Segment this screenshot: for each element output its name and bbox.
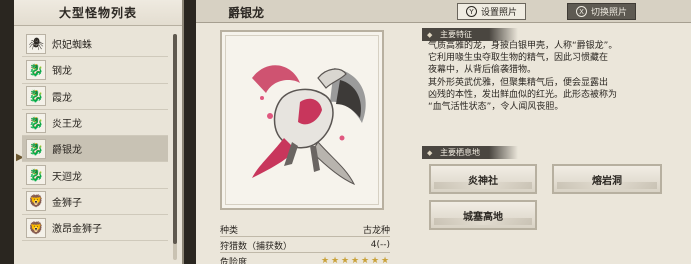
list-header: 大型怪物列表 [14, 0, 182, 26]
list-item[interactable]: 🕷 炽妃蜘蛛 [22, 31, 168, 58]
hunt-count-row: 狩猎数（捕获数） 4(--) [220, 238, 390, 253]
toggle-photo-label: 切换照片 [591, 8, 628, 18]
list-title: 大型怪物列表 [58, 6, 137, 20]
list-item[interactable]: 🦁 激昂金狮子 [22, 215, 168, 242]
monster-list: 🕷 炽妃蜘蛛 🐉 钢龙 🐉 霞龙 🐉 炎王龙 🐉 爵银龙 🐉 天迴龙 🦁 金狮子 [22, 31, 168, 242]
danger-label: 危险度 [220, 257, 248, 264]
list-item-label: 霞龙 [52, 92, 72, 104]
scroll-thumb[interactable] [173, 34, 177, 244]
list-item-label: 激昂金狮子 [52, 224, 102, 236]
danger-row: 危险度 ★ ★ ★ ★ ★ ★ ★ [220, 254, 390, 264]
dragon-icon: 🐉 [26, 86, 46, 107]
habitat-section-tag: 主要栖息地 [422, 146, 518, 159]
description-line: 它利用喙生虫夺取生物的精气，因此习惯藏在 [428, 53, 609, 64]
kind-value: 古龙种 [362, 225, 390, 236]
star-icon: ★ [321, 255, 330, 264]
habitat-tag-label: 主要栖息地 [440, 148, 480, 157]
list-item[interactable]: 🦁 金狮子 [22, 189, 168, 216]
list-item-label: 炎王龙 [52, 119, 82, 131]
list-item[interactable]: 🐉 霞龙 [22, 84, 168, 110]
beast-icon: 🦁 [26, 191, 46, 212]
habitat-label: 城塞高地 [463, 211, 503, 223]
dragon-icon: 🐉 [26, 138, 46, 159]
list-item-label: 炽妃蜘蛛 [52, 40, 92, 52]
monster-illustration-icon [252, 65, 366, 185]
hunt-count-label: 狩猎数（捕获数） [220, 241, 293, 252]
dragon-icon: 🐉 [26, 165, 46, 186]
spider-icon: 🕷 [26, 33, 46, 54]
features-tag-label: 主要特征 [440, 30, 472, 39]
star-icon: ★ [331, 255, 340, 264]
monster-name-title: 爵银龙 [228, 6, 265, 20]
monster-detail-panel: 爵银龙 Y 设置照片 X 切换照片 种类 古龙种 狩猎数（捕获数） 4(--) … [196, 0, 691, 264]
list-scrollbar[interactable] [173, 34, 177, 260]
set-photo-label: 设置照片 [481, 8, 518, 18]
habitat-card[interactable]: 炎神社 [429, 164, 537, 194]
dragon-icon: 🐉 [26, 59, 46, 80]
description-line: 凶残的本性，发出鲜血似的红光。此形态被称为 [428, 89, 618, 100]
x-button-icon: X [576, 6, 587, 17]
description-line: 夜幕中，从背后偷袭猎物。 [428, 65, 537, 76]
habitat-label: 炎神社 [468, 175, 498, 187]
habitat-card[interactable]: 城塞高地 [429, 200, 537, 230]
hunt-count-value: 4(--) [370, 240, 390, 250]
list-item-selected[interactable]: 🐉 爵银龙 [22, 136, 168, 163]
kind-row: 种类 古龙种 [220, 222, 390, 237]
star-icon: ★ [371, 255, 380, 264]
description-line: “血气活性状态”，令人闻风丧胆。 [428, 102, 564, 113]
star-icon: ★ [341, 255, 350, 264]
star-icon: ★ [381, 255, 390, 264]
monster-list-panel: 大型怪物列表 ▶ 🕷 炽妃蜘蛛 🐉 钢龙 🐉 霞龙 🐉 炎王龙 🐉 爵银龙 🐉 … [14, 0, 184, 264]
list-item[interactable]: 🐉 炎王龙 [22, 110, 168, 137]
description-line: 气质高雅的龙，身披白银甲壳，人称“爵银龙”。 [428, 41, 618, 51]
list-item[interactable]: 🐉 天迴龙 [22, 162, 168, 189]
set-photo-button[interactable]: Y 设置照片 [457, 3, 527, 20]
habitat-label: 熔岩洞 [592, 175, 622, 187]
detail-title-bar: 爵银龙 Y 设置照片 X 切换照片 [196, 0, 691, 23]
beast-icon: 🦁 [26, 217, 46, 238]
list-item-label: 爵银龙 [52, 145, 82, 157]
monster-portrait [220, 30, 384, 210]
star-icon: ★ [361, 255, 370, 264]
description-line: 其外形英武优雅，但聚集精气后，便会显露出 [428, 77, 609, 88]
kind-label: 种类 [220, 225, 239, 236]
list-item-label: 钢龙 [52, 66, 72, 78]
list-item-label: 金狮子 [52, 197, 82, 209]
star-icon: ★ [351, 255, 360, 264]
list-item-label: 天迴龙 [52, 171, 82, 183]
habitat-card[interactable]: 熔岩洞 [552, 164, 662, 194]
features-description: 气质高雅的龙，身披白银甲壳，人称“爵银龙”。 它利用喙生虫夺取生物的精气，因此习… [428, 40, 678, 113]
dragon-icon: 🐉 [26, 112, 46, 133]
y-button-icon: Y [466, 6, 477, 17]
danger-stars: ★ ★ ★ ★ ★ ★ ★ [321, 255, 390, 264]
toggle-photo-button[interactable]: X 切换照片 [567, 3, 637, 20]
list-item[interactable]: 🐉 钢龙 [22, 57, 168, 84]
